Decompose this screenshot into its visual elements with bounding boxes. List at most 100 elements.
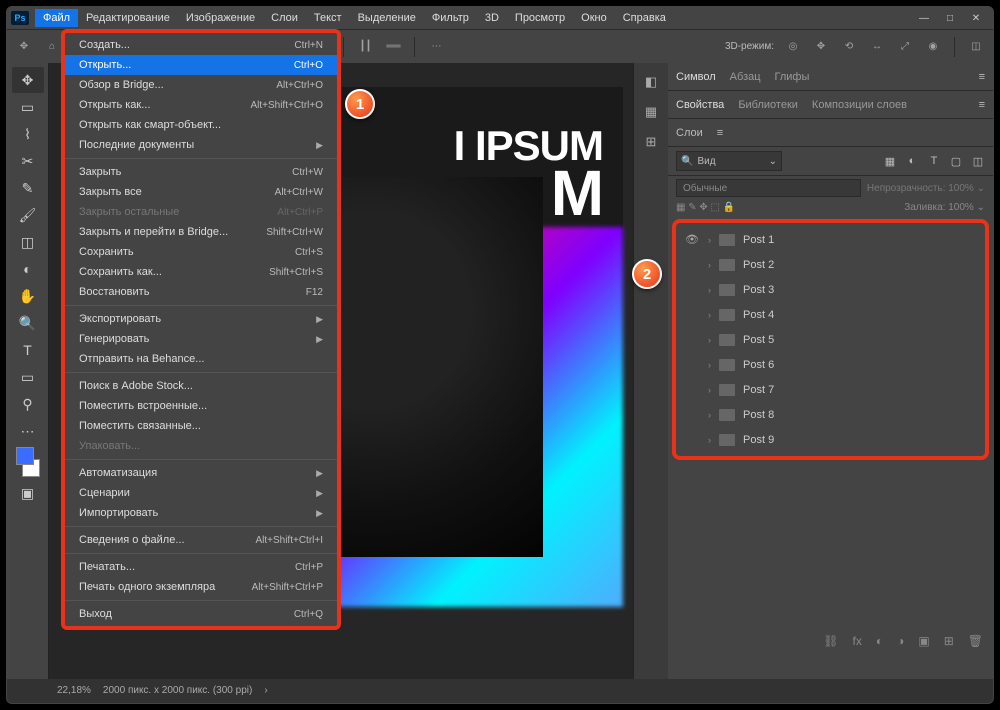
color-panel-icon[interactable]: ◧ xyxy=(642,73,660,91)
expand-icon[interactable]: › xyxy=(708,260,711,270)
filter-adjust-icon[interactable]: ◐ xyxy=(905,155,919,168)
menu-item[interactable]: Печатать...Ctrl+P xyxy=(65,557,337,577)
filter-smart-icon[interactable]: ◫ xyxy=(971,155,985,168)
menu-item[interactable]: Автоматизация▶ xyxy=(65,463,337,483)
more-icon[interactable]: ⋯ xyxy=(427,38,445,56)
panel-toggle-icon[interactable]: ◫ xyxy=(967,38,985,56)
color-swatches[interactable] xyxy=(12,445,44,479)
move-tool[interactable]: ✥ xyxy=(12,67,44,93)
new-layer-icon[interactable]: ⊞ xyxy=(944,634,954,648)
chevron-right-icon[interactable]: › xyxy=(264,685,267,696)
menu-item[interactable]: Открыть...Ctrl+O xyxy=(65,55,337,75)
menu-слои[interactable]: Слои xyxy=(263,9,306,27)
gradient-tool[interactable]: ◐ xyxy=(12,256,44,282)
layer-row[interactable]: ›Post 3 xyxy=(678,277,983,302)
eyedropper-tool[interactable]: ✎ xyxy=(12,175,44,201)
maximize-button[interactable]: □ xyxy=(943,11,957,25)
layer-row[interactable]: ›Post 5 xyxy=(678,327,983,352)
layer-row[interactable]: ›Post 8 xyxy=(678,402,983,427)
menu-выделение[interactable]: Выделение xyxy=(350,9,424,27)
search-tool[interactable]: ⚲ xyxy=(12,391,44,417)
menu-item[interactable]: Закрыть и перейти в Bridge...Shift+Ctrl+… xyxy=(65,222,337,242)
tab-paragraph[interactable]: Абзац xyxy=(730,71,761,83)
distribute-v-icon[interactable]: ══ xyxy=(384,38,402,56)
orbit-icon[interactable]: ◎ xyxy=(784,38,802,56)
menu-item[interactable]: Сведения о файле...Alt+Shift+Ctrl+I xyxy=(65,530,337,550)
expand-icon[interactable]: › xyxy=(708,285,711,295)
home-icon[interactable]: ⌂ xyxy=(43,38,61,56)
panel-menu-icon[interactable]: ≡ xyxy=(979,99,985,111)
menu-item[interactable]: ВыходCtrl+Q xyxy=(65,604,337,624)
menu-item[interactable]: Последние документы▶ xyxy=(65,135,337,155)
tab-glyphs[interactable]: Глифы xyxy=(775,71,810,83)
menu-файл[interactable]: Файл xyxy=(35,9,78,27)
menu-изображение[interactable]: Изображение xyxy=(178,9,263,27)
zoom-value[interactable]: 22,18% xyxy=(57,685,91,696)
menu-окно[interactable]: Окно xyxy=(573,9,615,27)
crop-tool[interactable]: ✂ xyxy=(12,148,44,174)
layer-row[interactable]: ›Post 7 xyxy=(678,377,983,402)
more-tools[interactable]: ⋯ xyxy=(12,418,44,444)
shape-tool[interactable]: ▭ xyxy=(12,364,44,390)
menu-item[interactable]: Генерировать▶ xyxy=(65,329,337,349)
menu-справка[interactable]: Справка xyxy=(615,9,674,27)
link-layers-icon[interactable]: ⛓ xyxy=(823,634,838,648)
layer-row[interactable]: ›Post 2 xyxy=(678,252,983,277)
filter-image-icon[interactable]: ▦ xyxy=(883,155,897,168)
delete-layer-icon[interactable]: 🗑 xyxy=(968,634,983,648)
expand-icon[interactable]: › xyxy=(708,335,711,345)
panel-menu-icon[interactable]: ≡ xyxy=(979,71,985,83)
layer-row[interactable]: 👁›Post 1 xyxy=(678,227,983,252)
distribute-h-icon[interactable]: ┃┃ xyxy=(356,38,374,56)
expand-icon[interactable]: › xyxy=(708,435,711,445)
filter-type-icon[interactable]: T xyxy=(927,155,941,168)
screen-mode[interactable]: ▣ xyxy=(12,480,44,506)
adjustment-icon[interactable]: ◑ xyxy=(897,634,904,648)
group-icon[interactable]: ▣ xyxy=(918,634,929,648)
menu-item[interactable]: Отправить на Behance... xyxy=(65,349,337,369)
layer-row[interactable]: ›Post 4 xyxy=(678,302,983,327)
slide-icon[interactable]: ↔ xyxy=(868,38,886,56)
expand-icon[interactable]: › xyxy=(708,410,711,420)
scale-icon[interactable]: ⤢ xyxy=(896,38,914,56)
menu-item[interactable]: СохранитьCtrl+S xyxy=(65,242,337,262)
minimize-button[interactable]: — xyxy=(917,11,931,25)
menu-текст[interactable]: Текст xyxy=(306,9,350,27)
expand-icon[interactable]: › xyxy=(708,310,711,320)
menu-item[interactable]: Закрыть всеAlt+Ctrl+W xyxy=(65,182,337,202)
menu-item[interactable]: Обзор в Bridge...Alt+Ctrl+O xyxy=(65,75,337,95)
menu-item[interactable]: Открыть как смарт-объект... xyxy=(65,115,337,135)
fx-icon[interactable]: fx xyxy=(853,634,862,648)
menu-item[interactable]: ЗакрытьCtrl+W xyxy=(65,162,337,182)
layer-row[interactable]: ›Post 9 xyxy=(678,427,983,452)
menu-item[interactable]: Сценарии▶ xyxy=(65,483,337,503)
pan-icon[interactable]: ✥ xyxy=(812,38,830,56)
visibility-icon[interactable]: 👁 xyxy=(684,233,700,246)
menu-item[interactable]: Поиск в Adobe Stock... xyxy=(65,376,337,396)
tab-properties[interactable]: Свойства xyxy=(676,99,724,111)
menu-item[interactable]: Печать одного экземпляраAlt+Shift+Ctrl+P xyxy=(65,577,337,597)
panel-menu-icon[interactable]: ≡ xyxy=(717,127,723,139)
menu-item[interactable]: Экспортировать▶ xyxy=(65,309,337,329)
menu-фильтр[interactable]: Фильтр xyxy=(424,9,477,27)
tab-symbol[interactable]: Символ xyxy=(676,71,716,83)
marquee-tool[interactable]: ▭ xyxy=(12,94,44,120)
menu-item[interactable]: Импортировать▶ xyxy=(65,503,337,523)
lock-icons[interactable]: ▦ ✎ ✥ ⬚ 🔒 xyxy=(676,202,735,213)
menu-item[interactable]: Поместить связанные... xyxy=(65,416,337,436)
menu-редактирование[interactable]: Редактирование xyxy=(78,9,178,27)
camera-icon[interactable]: ◉ xyxy=(924,38,942,56)
filter-shape-icon[interactable]: ▢ xyxy=(949,155,963,168)
blend-mode-select[interactable]: Обычные xyxy=(676,179,861,197)
type-tool[interactable]: T xyxy=(12,337,44,363)
menu-item[interactable]: Закрыть остальныеAlt+Ctrl+P xyxy=(65,202,337,222)
close-button[interactable]: ✕ xyxy=(969,11,983,25)
expand-icon[interactable]: › xyxy=(708,235,711,245)
menu-3d[interactable]: 3D xyxy=(477,9,507,27)
palette-panel-icon[interactable]: ⊞ xyxy=(642,133,660,151)
menu-item[interactable]: Упаковать... xyxy=(65,436,337,456)
tab-libraries[interactable]: Библиотеки xyxy=(738,99,798,111)
menu-item[interactable]: Создать...Ctrl+N xyxy=(65,35,337,55)
layer-filter-select[interactable]: 🔍 Вид ⌄ xyxy=(676,151,782,171)
layer-row[interactable]: ›Post 6 xyxy=(678,352,983,377)
